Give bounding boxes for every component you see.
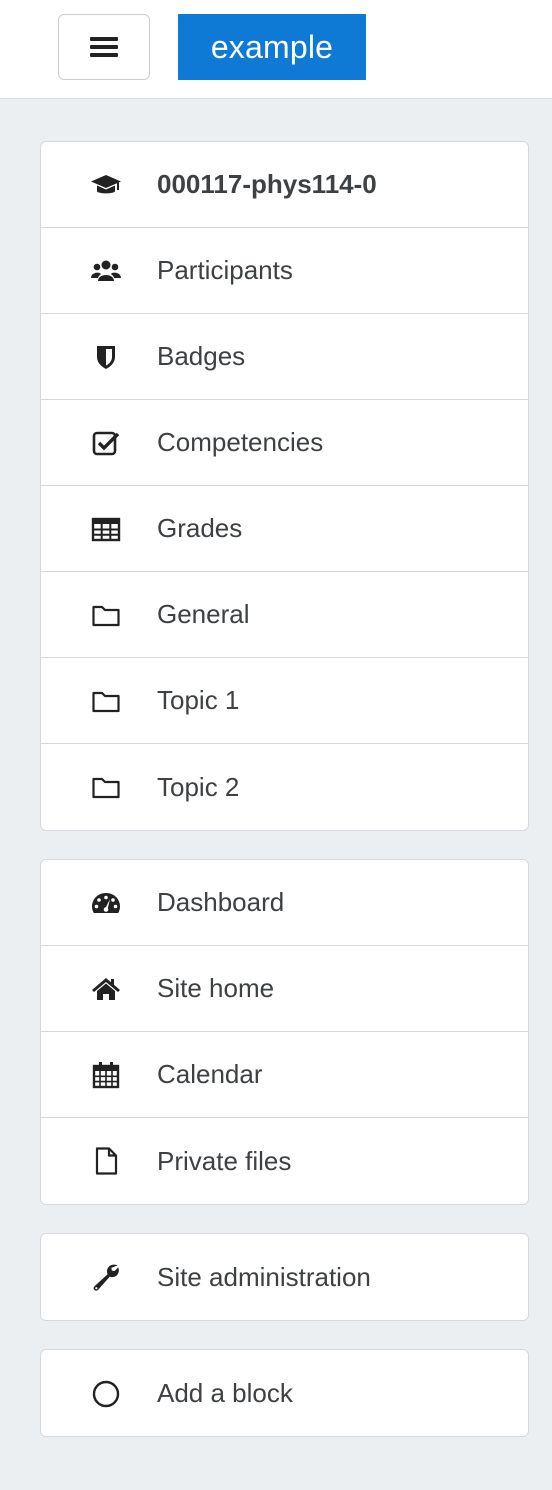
home-icon <box>89 972 123 1006</box>
nav-item-grades[interactable]: Grades <box>41 486 528 572</box>
add-block-section: Add a block <box>40 1349 529 1437</box>
circle-icon <box>89 1376 123 1410</box>
nav-item-label: Grades <box>157 513 243 543</box>
check-square-icon <box>89 426 123 460</box>
nav-item-calendar[interactable]: Calendar <box>41 1032 528 1118</box>
nav-item-label: Private files <box>157 1145 292 1176</box>
hamburger-icon <box>90 37 118 57</box>
nav-item-add-block[interactable]: Add a block <box>41 1350 528 1436</box>
file-icon <box>89 1144 123 1178</box>
shield-icon <box>89 340 123 374</box>
graduation-cap-icon <box>89 168 123 202</box>
nav-item-label: General <box>157 599 250 629</box>
top-navbar: example <box>0 0 552 99</box>
course-nav-block: 000117-phys114-0 Participants Badges Com… <box>40 141 529 831</box>
nav-item-section-general[interactable]: General <box>41 572 528 658</box>
nav-item-label: Site administration <box>157 1261 371 1292</box>
site-nav-block: Dashboard Site home Calendar Private fil… <box>40 859 529 1205</box>
nav-item-label: 000117-phys114-0 <box>157 169 377 199</box>
calendar-icon <box>89 1058 123 1092</box>
nav-item-section-topic-2[interactable]: Topic 2 <box>41 744 528 830</box>
nav-item-participants[interactable]: Participants <box>41 228 528 314</box>
nav-item-label: Topic 2 <box>157 771 240 802</box>
nav-item-label: Site home <box>157 973 275 1003</box>
nav-item-course[interactable]: 000117-phys114-0 <box>41 142 528 228</box>
folder-icon <box>89 770 123 804</box>
nav-item-site-administration[interactable]: Site administration <box>41 1234 528 1320</box>
nav-item-label: Badges <box>157 341 246 371</box>
folder-icon <box>89 684 123 718</box>
site-brand-link[interactable]: example <box>178 14 366 80</box>
dashboard-icon <box>89 886 123 920</box>
nav-item-label: Calendar <box>157 1059 263 1089</box>
nav-item-label: Competencies <box>157 427 324 457</box>
nav-item-label: Participants <box>157 255 293 285</box>
nav-item-dashboard[interactable]: Dashboard <box>41 860 528 946</box>
nav-item-section-topic-1[interactable]: Topic 1 <box>41 658 528 744</box>
nav-item-label: Topic 1 <box>157 685 240 715</box>
menu-toggle-button[interactable] <box>58 14 150 80</box>
nav-item-site-home[interactable]: Site home <box>41 946 528 1032</box>
wrench-icon <box>89 1260 123 1294</box>
nav-item-label: Dashboard <box>157 887 285 917</box>
folder-icon <box>89 598 123 632</box>
nav-item-competencies[interactable]: Competencies <box>41 400 528 486</box>
table-icon <box>89 512 123 546</box>
admin-nav-block: Site administration <box>40 1233 529 1321</box>
users-icon <box>89 254 123 288</box>
nav-item-label: Add a block <box>157 1377 293 1408</box>
nav-item-private-files[interactable]: Private files <box>41 1118 528 1204</box>
nav-item-badges[interactable]: Badges <box>41 314 528 400</box>
